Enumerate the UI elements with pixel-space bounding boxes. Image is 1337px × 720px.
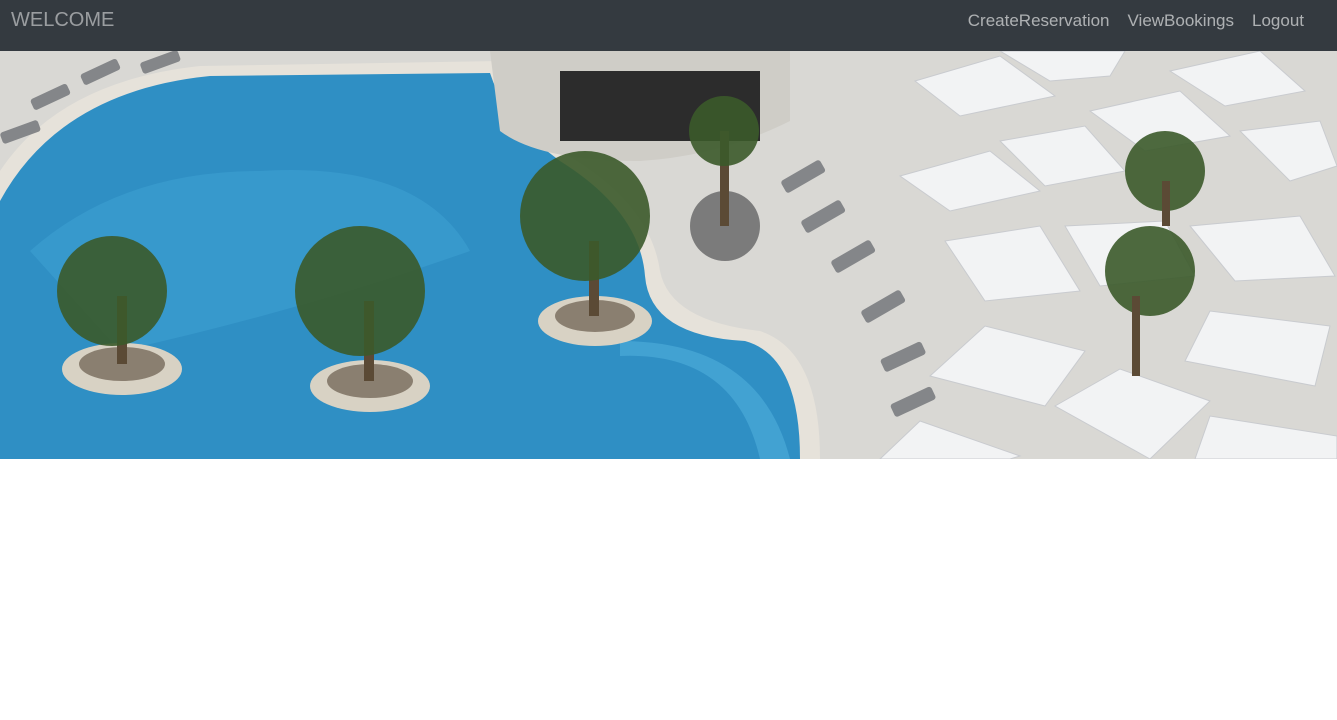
- palm-planter-2: [295, 226, 430, 412]
- brand-welcome[interactable]: WELCOME: [11, 9, 114, 32]
- palm-planter-3: [520, 151, 652, 346]
- nav-create-reservation[interactable]: CreateReservation: [968, 11, 1110, 31]
- pool-resort-illustration: [0, 51, 1337, 459]
- top-navbar: WELCOME CreateReservation ViewBookings L…: [0, 0, 1337, 51]
- nav-logout[interactable]: Logout: [1252, 11, 1304, 31]
- nav-links: CreateReservation ViewBookings Logout: [968, 11, 1304, 31]
- hero-image: [0, 51, 1337, 459]
- nav-view-bookings[interactable]: ViewBookings: [1128, 11, 1234, 31]
